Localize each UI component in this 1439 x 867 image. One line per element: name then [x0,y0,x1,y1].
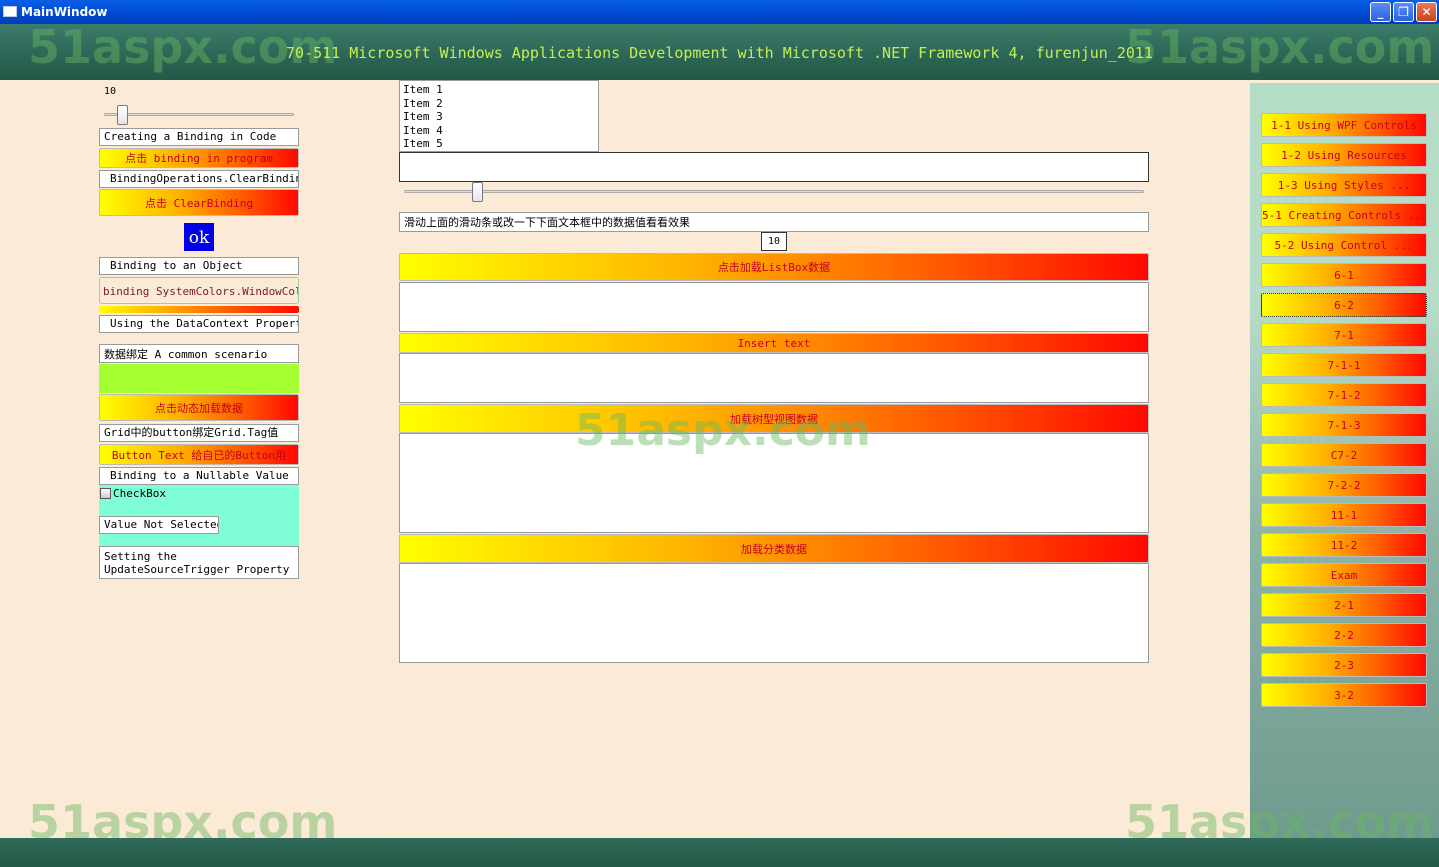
nav-item-7-1-3[interactable]: 7-1-3 [1261,413,1427,437]
watermark: 51aspx.com [575,405,871,456]
datacontext-label: Using the DataContext Property [99,315,299,333]
nav-item-exam[interactable]: Exam [1261,563,1427,587]
selected-item-textbox[interactable] [399,152,1149,182]
nav-item-6-1[interactable]: 6-1 [1261,263,1427,287]
common-scenario-label: 数据绑定 A common scenario [99,344,299,363]
dynamic-load-button[interactable]: 点击动态加载数据 [99,394,299,421]
insert-text-area[interactable] [399,353,1149,403]
nav-item-7-1-1[interactable]: 7-1-1 [1261,353,1427,377]
value-textbox[interactable]: 10 [761,232,787,251]
minimize-button[interactable]: _ [1370,2,1391,22]
list-item[interactable]: Item 3 [403,110,595,124]
nav-item-2-1[interactable]: 2-1 [1261,593,1427,617]
category-area[interactable] [399,563,1149,663]
color-strip [99,306,299,313]
center-slider-thumb[interactable] [472,182,483,202]
center-slider-track[interactable] [404,190,1144,193]
nav-item-7-1-2[interactable]: 7-1-2 [1261,383,1427,407]
slider-track[interactable] [104,113,294,116]
list-item[interactable]: Item 1 [403,83,595,97]
list-item[interactable]: Item 5 [403,137,595,151]
system-colors-label: binding SystemColors.WindowColor [99,277,299,304]
value-not-selected-label: Value Not Selected [99,516,219,534]
window-icon [3,6,17,17]
listbox-data-area[interactable] [399,282,1149,332]
nav-item-3-2[interactable]: 3-2 [1261,683,1427,707]
nav-item-1-3[interactable]: 1-3 Using Styles ... [1261,173,1427,197]
nav-item-5-1[interactable]: 5-1 Creating Controls ... [1261,203,1427,227]
clear-binding-button[interactable]: 点击 ClearBinding [99,189,299,216]
nullable-label: Binding to a Nullable Value [99,467,299,485]
grid-tag-label: Grid中的button绑定Grid.Tag值 [99,424,299,442]
insert-text-button[interactable]: Insert text [399,333,1149,353]
list-item[interactable]: Item 4 [403,124,595,138]
nav-item-11-2[interactable]: 11-2 [1261,533,1427,557]
nav-item-2-2[interactable]: 2-2 [1261,623,1427,647]
load-listbox-button[interactable]: 点击加载ListBox数据 [399,253,1149,281]
nav-item-11-1[interactable]: 11-1 [1261,503,1427,527]
clear-binding-label: BindingOperations.ClearBinding [99,170,299,188]
restore-button[interactable]: ❐ [1393,2,1414,22]
lime-panel [99,364,299,393]
page-title: 70-511 Microsoft Windows Applications De… [0,44,1439,62]
nav-item-6-2[interactable]: 6-2 [1261,293,1427,317]
checkbox[interactable] [100,488,111,499]
nav-item-1-1[interactable]: 1-1 Using WPF Controls [1261,113,1427,137]
list-item[interactable]: Item 2 [403,97,595,111]
item-listbox[interactable]: Item 1 Item 2 Item 3 Item 4 Item 5 [399,80,599,152]
footer-band [0,838,1439,867]
update-source-label: Setting the UpdateSourceTrigger Property [99,546,299,579]
nav-item-7-1[interactable]: 7-1 [1261,323,1427,347]
header-title-text: 70-511 Microsoft Windows Applications De… [286,44,1153,62]
header-band: 51aspx.com 51aspx.com 70-511 Microsoft W… [0,20,1439,80]
nav-item-c7-2[interactable]: C7-2 [1261,443,1427,467]
binding-in-program-button[interactable]: 点击 binding in program [99,148,299,168]
checkbox-panel: CheckBox Value Not Selected [99,485,299,546]
slider-value-label: 10 [104,86,117,97]
slider-hint-label: 滑动上面的滑动条或改一下下面文本框中的数据值看看效果 [399,212,1149,232]
slider-thumb[interactable] [117,105,128,125]
checkbox-label: CheckBox [113,487,166,500]
load-category-button[interactable]: 加载分类数据 [399,534,1149,563]
nav-item-7-2-2[interactable]: 7-2-2 [1261,473,1427,497]
nav-item-2-3[interactable]: 2-3 [1261,653,1427,677]
ok-button[interactable]: ok [184,223,214,251]
nav-item-5-2[interactable]: 5-2 Using Control ... [1261,233,1427,257]
binding-object-label: Binding to an Object [99,257,299,275]
creating-binding-label: Creating a Binding in Code [99,128,299,146]
nav-item-1-2[interactable]: 1-2 Using Resources [1261,143,1427,167]
button-text-button[interactable]: Button Text 给自已的Button用 [99,444,299,465]
close-button[interactable]: ✕ [1416,2,1437,22]
window-title: MainWindow [21,5,108,19]
